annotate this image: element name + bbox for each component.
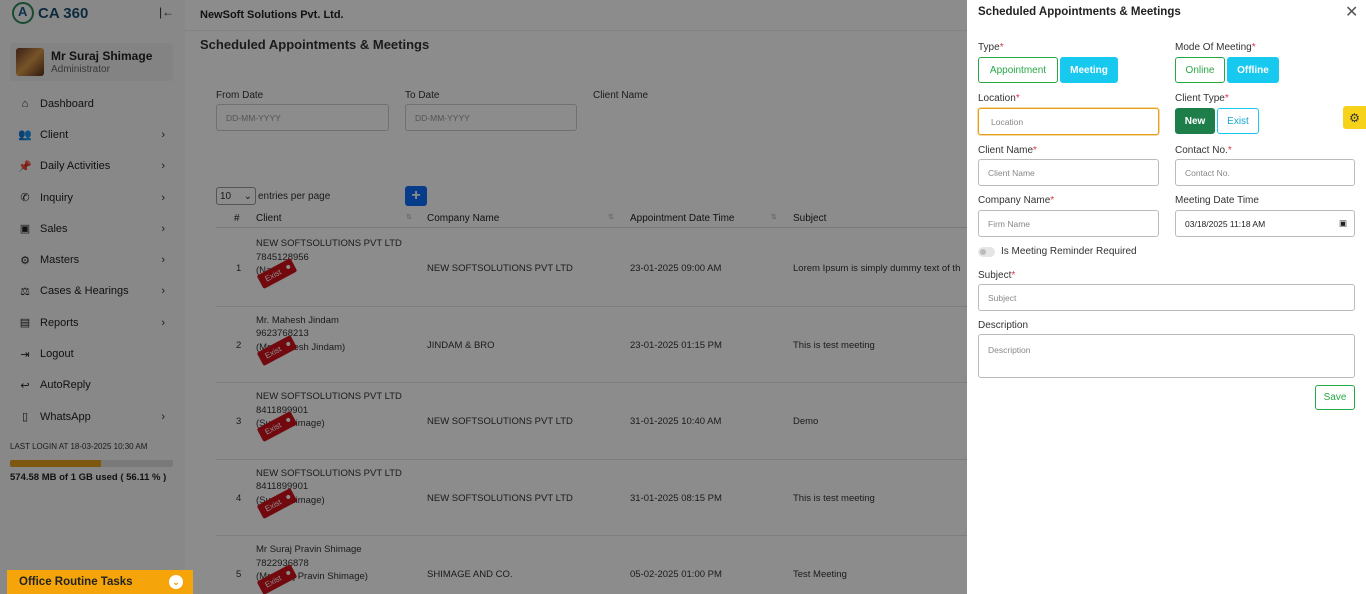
- client-type-exist-button[interactable]: Exist: [1217, 108, 1259, 134]
- meeting-datetime-input[interactable]: 03/18/2025 11:18 AM ▣: [1175, 210, 1355, 237]
- type-label: Type*: [978, 42, 1004, 53]
- client-type-label: Client Type*: [1175, 93, 1229, 104]
- type-meeting-button[interactable]: Meeting: [1060, 57, 1118, 83]
- gear-icon[interactable]: ⚙: [1343, 106, 1366, 129]
- subject-label: Subject*: [978, 270, 1016, 281]
- modal-backdrop[interactable]: [0, 0, 967, 594]
- description-label: Description: [978, 320, 1029, 331]
- save-button[interactable]: Save: [1315, 385, 1355, 410]
- mode-offline-button[interactable]: Offline: [1227, 57, 1279, 83]
- client-name-label: Client Name*: [978, 145, 1037, 156]
- panel-title: Scheduled Appointments & Meetings: [978, 6, 1181, 18]
- company-input[interactable]: Firm Name: [978, 210, 1159, 237]
- reminder-toggle[interactable]: [978, 247, 995, 257]
- reminder-label: Is Meeting Reminder Required: [1001, 246, 1137, 257]
- office-routine-tasks-bar[interactable]: Office Routine Tasks ⌄: [7, 570, 193, 594]
- routine-label: Office Routine Tasks: [19, 576, 133, 588]
- close-icon[interactable]: ✕: [1345, 2, 1358, 22]
- meeting-datetime-label: Meeting Date Time: [1175, 195, 1259, 206]
- subject-input[interactable]: Subject: [978, 284, 1355, 311]
- contact-label: Contact No.*: [1175, 145, 1232, 156]
- client-name-input[interactable]: Client Name: [978, 159, 1159, 186]
- mode-label: Mode Of Meeting*: [1175, 42, 1256, 53]
- chevron-down-icon[interactable]: ⌄: [169, 575, 183, 589]
- description-textarea[interactable]: Description: [978, 334, 1355, 378]
- location-input[interactable]: Location: [978, 108, 1159, 135]
- client-type-new-button[interactable]: New: [1175, 108, 1215, 134]
- company-label: Company Name*: [978, 195, 1055, 206]
- location-label: Location*: [978, 93, 1020, 104]
- contact-input[interactable]: Contact No.: [1175, 159, 1355, 186]
- calendar-icon[interactable]: ▣: [1339, 218, 1347, 229]
- mode-online-button[interactable]: Online: [1175, 57, 1225, 83]
- appointment-form-panel: Scheduled Appointments & Meetings ✕ Type…: [967, 0, 1366, 594]
- type-appointment-button[interactable]: Appointment: [978, 57, 1058, 83]
